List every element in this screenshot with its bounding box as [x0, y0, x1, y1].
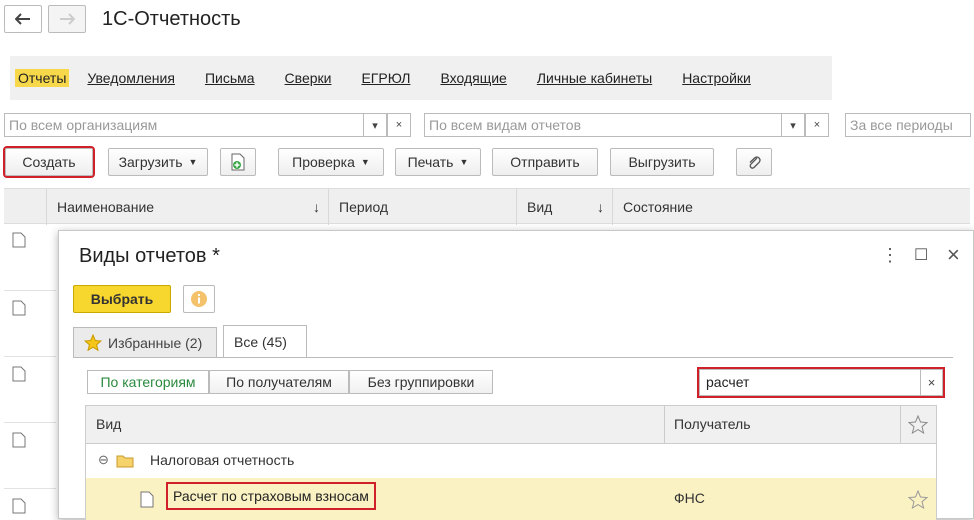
- report-kind-name[interactable]: Расчет по страховым взносам: [166, 482, 376, 510]
- document-icon: [12, 232, 26, 248]
- period-filter[interactable]: За все периоды: [845, 113, 971, 137]
- send-button[interactable]: Отправить: [492, 148, 598, 176]
- sort-arrow-icon: ↓: [597, 199, 604, 215]
- star-outline-icon[interactable]: [908, 490, 928, 509]
- print-label: Печать: [407, 154, 454, 170]
- column-divider: [664, 406, 665, 444]
- section-personal-accounts[interactable]: Личные кабинеты: [537, 70, 652, 86]
- maximize-icon[interactable]: ☐: [914, 245, 928, 265]
- dropdown-icon: ▼: [459, 157, 469, 167]
- section-notifications[interactable]: Уведомления: [87, 70, 175, 86]
- more-menu-icon[interactable]: ⋮: [881, 245, 899, 266]
- column-name-label: Наименование: [57, 199, 155, 215]
- paperclip-icon: [749, 156, 761, 169]
- check-label: Проверка: [292, 154, 355, 170]
- row-divider: [4, 422, 56, 423]
- section-settings[interactable]: Настройки: [682, 70, 751, 86]
- star-icon: [84, 334, 102, 351]
- report-type-clear-button[interactable]: ×: [805, 113, 829, 137]
- info-icon: [191, 291, 207, 307]
- document-icon: [12, 498, 26, 514]
- report-type-dropdown-button[interactable]: ▾: [781, 113, 805, 137]
- document-icon: [12, 300, 26, 316]
- organization-clear-button[interactable]: ×: [387, 113, 411, 137]
- column-divider: [900, 406, 901, 444]
- section-letters[interactable]: Письма: [205, 70, 255, 86]
- check-button[interactable]: Проверка ▼: [278, 148, 384, 176]
- group-name[interactable]: Налоговая отчетность: [150, 452, 294, 468]
- row-divider: [4, 488, 56, 489]
- column-name[interactable]: Наименование ↓: [46, 189, 328, 225]
- arrow-left-icon: [15, 13, 30, 25]
- add-document-icon: [231, 153, 245, 171]
- back-button[interactable]: [4, 5, 42, 33]
- section-incoming[interactable]: Входящие: [440, 70, 506, 86]
- app-title: 1С-Отчетность: [102, 8, 241, 30]
- section-reports[interactable]: Отчеты: [15, 69, 70, 87]
- section-bar: Отчеты Уведомления Письма Сверки ЕГРЮЛ В…: [10, 56, 832, 100]
- column-kind[interactable]: Вид: [96, 416, 121, 432]
- dropdown-icon: ▼: [188, 157, 198, 167]
- create-button[interactable]: Создать: [3, 146, 95, 178]
- report-type-filter[interactable]: По всем видам отчетов: [424, 113, 782, 137]
- column-status[interactable]: Состояние: [612, 189, 966, 225]
- select-button[interactable]: Выбрать: [73, 285, 171, 313]
- dialog-title: Виды отчетов *: [79, 245, 220, 267]
- sort-arrow-icon: ↓: [313, 199, 320, 215]
- attach-button[interactable]: [736, 148, 772, 176]
- section-egrul[interactable]: ЕГРЮЛ: [361, 70, 410, 86]
- folder-icon: [116, 455, 134, 468]
- column-kind[interactable]: Вид ↓: [516, 189, 612, 225]
- grid-header: Вид Получатель: [86, 406, 936, 444]
- close-icon[interactable]: ×: [947, 242, 960, 268]
- print-button[interactable]: Печать ▼: [395, 148, 481, 176]
- report-recipient: ФНС: [674, 490, 705, 506]
- report-types-grid: Вид Получатель ⊖ Налоговая отчетность Ра…: [85, 405, 937, 520]
- table-row[interactable]: Расчет по страховым взносам ФНС: [86, 478, 936, 520]
- tab-favorites-label: Избранные (2): [108, 334, 203, 351]
- search-box: расчет ×: [697, 367, 945, 398]
- arrow-right-icon: [60, 13, 75, 25]
- group-collapse-icon[interactable]: ⊖: [98, 452, 109, 468]
- search-clear-button[interactable]: ×: [920, 370, 942, 395]
- tab-favorites[interactable]: Избранные (2): [73, 327, 217, 357]
- group-by-recipient-button[interactable]: По получателям: [209, 370, 349, 394]
- dropdown-icon: ▾: [790, 119, 796, 132]
- column-recipient[interactable]: Получатель: [674, 416, 751, 432]
- column-kind-label: Вид: [527, 199, 553, 215]
- star-outline-icon[interactable]: [908, 415, 928, 434]
- dropdown-icon: ▼: [360, 157, 370, 167]
- tabs-divider: [73, 357, 953, 358]
- add-file-button[interactable]: [220, 148, 256, 176]
- tab-all[interactable]: Все (45): [223, 325, 307, 357]
- document-icon: [12, 432, 26, 448]
- load-button[interactable]: Загрузить ▼: [108, 148, 208, 176]
- document-icon: [140, 491, 154, 508]
- organization-filter[interactable]: По всем организациям: [4, 113, 364, 137]
- group-by-category-button[interactable]: По категориям: [87, 370, 209, 394]
- dropdown-icon: ▾: [372, 119, 378, 132]
- load-label: Загрузить: [118, 154, 183, 170]
- row-divider: [4, 356, 56, 357]
- report-types-dialog: Виды отчетов * ⋮ ☐ × Выбрать Избранные (…: [58, 230, 974, 520]
- export-button[interactable]: Выгрузить: [610, 148, 714, 176]
- info-button[interactable]: [183, 285, 215, 313]
- section-reconciliations[interactable]: Сверки: [285, 70, 332, 86]
- column-period[interactable]: Период: [328, 189, 516, 225]
- row-divider: [4, 290, 56, 291]
- forward-button[interactable]: [48, 5, 86, 33]
- reports-table-header: Наименование ↓ Период Вид ↓ Состояние: [4, 188, 970, 225]
- organization-dropdown-button[interactable]: ▾: [363, 113, 387, 137]
- search-input[interactable]: расчет: [706, 374, 749, 390]
- no-grouping-button[interactable]: Без группировки: [349, 370, 493, 394]
- document-icon: [12, 366, 26, 382]
